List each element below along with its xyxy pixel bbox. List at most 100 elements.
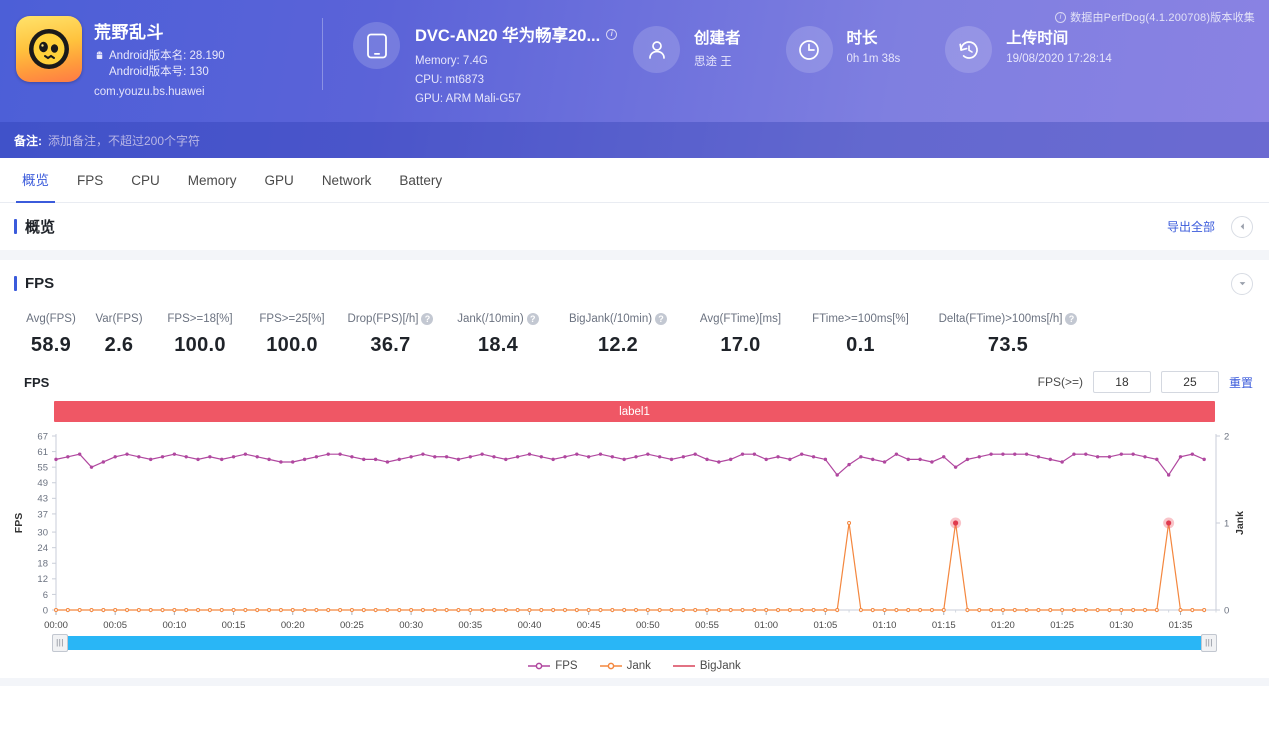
metric-label-text: Delta(FTime)>100ms[/h]	[938, 313, 1063, 325]
tab-battery[interactable]: Battery	[385, 158, 456, 203]
panel-gap	[0, 250, 1269, 260]
bottom-strip	[0, 678, 1269, 686]
page-title: 概览	[14, 216, 55, 237]
tab-network[interactable]: Network	[308, 158, 386, 203]
legend-item-fps[interactable]: FPS	[528, 660, 578, 672]
notes-bar[interactable]: 备注: 添加备注，不超过200个字符	[0, 122, 1269, 158]
device-cpu: CPU: mt6873	[415, 74, 485, 86]
svg-text:01:00: 01:00	[754, 620, 778, 631]
overview-panel-header: 概览 导出全部	[0, 203, 1269, 250]
history-icon	[945, 26, 993, 73]
device-name-text: DVC-AN20 华为畅享20...	[415, 27, 601, 45]
fps-threshold-low-input[interactable]	[1092, 371, 1151, 393]
tab-overview[interactable]: 概览	[8, 158, 63, 203]
app-info-block: 荒野乱斗 Android版本名: 28.190 Android版本号: 130	[0, 0, 322, 99]
fps-panel: FPS Avg(FPS) 58.9 Var(FPS) 2.6 FPS>=18[%] 100…	[0, 260, 1269, 678]
svg-text:00:45: 00:45	[577, 620, 601, 631]
device-info-icon[interactable]: i	[606, 28, 618, 40]
tab-fps[interactable]: FPS	[63, 158, 117, 203]
app-version-name: Android版本名: 28.190	[109, 50, 225, 62]
legend-item-bigjank[interactable]: BigJank	[672, 660, 741, 672]
chevron-left-icon[interactable]	[1231, 215, 1253, 238]
metric-value: 17.0	[720, 334, 761, 356]
scene-label-band[interactable]: label1	[54, 401, 1215, 422]
duration-block: 时长 0h 1m 38s	[741, 0, 901, 73]
fps-title-text: FPS	[25, 275, 55, 292]
svg-text:67: 67	[37, 431, 48, 442]
notes-input-placeholder[interactable]: 添加备注，不超过200个字符	[48, 132, 200, 149]
range-left-handle[interactable]: |||	[52, 634, 68, 652]
creator-block: 创建者 思途 王	[623, 0, 741, 73]
reset-link[interactable]: 重置	[1229, 374, 1253, 391]
chart-legend: FPS Jank BigJank	[0, 654, 1269, 678]
metric-value: 58.9	[30, 334, 72, 356]
device-info-block: DVC-AN20 华为畅享20... i Memory: 7.4G CPU: m…	[323, 0, 623, 109]
range-track[interactable]: ||| |||	[52, 634, 1217, 652]
chart-title: FPS	[24, 374, 50, 390]
legend-label: Jank	[626, 660, 651, 672]
metric-value: 73.5	[987, 334, 1029, 356]
brawl-stars-app-icon	[16, 16, 82, 82]
fps-section-title: FPS	[14, 275, 54, 292]
svg-text:61: 61	[37, 447, 48, 458]
tab-memory[interactable]: Memory	[174, 158, 251, 203]
metric-drop-fps-h: Drop(FPS)[/h]? 36.7	[338, 313, 443, 357]
app-package-name: com.youzu.bs.huawei	[94, 86, 205, 98]
help-icon[interactable]: ?	[526, 313, 539, 325]
tab-gpu[interactable]: GPU	[251, 158, 308, 203]
app-name: 荒野乱斗	[94, 23, 164, 42]
device-memory: Memory: 7.4G	[415, 55, 488, 67]
svg-text:Jank: Jank	[1234, 511, 1246, 535]
overview-panel: 概览 导出全部	[0, 203, 1269, 250]
metric-label-text: BigJank(/10min)	[568, 313, 653, 325]
metric-label: Delta(FTime)>100ms[/h]?	[927, 313, 1089, 325]
clock-icon	[785, 26, 833, 73]
fps-threshold-high-input[interactable]	[1160, 371, 1219, 393]
help-icon[interactable]: ?	[655, 313, 668, 325]
help-icon[interactable]: ?	[421, 313, 434, 325]
title-accent-bar	[14, 219, 17, 234]
upload-time-value: 19/08/2020 17:28:14	[1006, 53, 1112, 65]
svg-text:43: 43	[37, 494, 48, 505]
chevron-down-icon[interactable]	[1231, 272, 1253, 295]
metric-label: Drop(FPS)[/h]?	[342, 313, 439, 325]
legend-item-jank[interactable]: Jank	[599, 660, 651, 672]
metric-value: 0.1	[846, 334, 875, 356]
metric-label: BigJank(/10min)?	[557, 313, 679, 325]
metric-fps-18: FPS>=18[%] 100.0	[154, 313, 246, 357]
svg-text:00:10: 00:10	[162, 620, 186, 631]
svg-text:01:25: 01:25	[1050, 620, 1074, 631]
export-all-link[interactable]: 导出全部	[1167, 218, 1215, 235]
svg-text:01:35: 01:35	[1169, 620, 1193, 631]
svg-text:00:00: 00:00	[44, 620, 68, 631]
svg-text:00:55: 00:55	[695, 620, 719, 631]
metric-value: 12.2	[597, 334, 639, 356]
duration-value: 0h 1m 38s	[846, 53, 901, 65]
device-gpu: GPU: ARM Mali-G57	[415, 93, 522, 105]
fps-threshold-label: FPS(>=)	[1037, 375, 1083, 389]
svg-text:00:50: 00:50	[636, 620, 660, 631]
range-right-handle[interactable]: |||	[1201, 634, 1217, 652]
svg-text:6: 6	[43, 590, 48, 601]
legend-label: FPS	[555, 660, 578, 672]
svg-text:37: 37	[37, 509, 48, 520]
metric-label: FTime>=100ms[%]	[802, 313, 919, 325]
legend-label: BigJank	[699, 660, 741, 672]
metric-value: 2.6	[104, 334, 134, 356]
help-icon[interactable]: ?	[1065, 313, 1078, 325]
tab-cpu[interactable]: CPU	[117, 158, 174, 203]
metric-avg-fps: Avg(FPS) 58.9	[18, 313, 84, 357]
chart-range-slider[interactable]: ||| |||	[0, 634, 1269, 654]
report-header: i 数据由PerfDog(4.1.200708)版本收集 荒野乱斗 Androi…	[0, 0, 1269, 158]
svg-text:55: 55	[37, 463, 48, 474]
svg-text:24: 24	[37, 543, 48, 554]
metric-value: 100.0	[174, 334, 226, 356]
upload-time-block: 上传时间 19/08/2020 17:28:14	[900, 0, 1112, 73]
legend-marker-fps	[528, 662, 551, 670]
svg-text:2: 2	[1224, 431, 1229, 442]
fps-metrics-row: Avg(FPS) 58.9 Var(FPS) 2.6 FPS>=18[%] 100.0 FP…	[0, 307, 1269, 367]
svg-text:00:30: 00:30	[399, 620, 423, 631]
app-version-code: Android版本号: 130	[109, 66, 209, 78]
android-icon	[96, 51, 103, 59]
fps-chart[interactable]: 0 6 12 18 24 30 37 43 49 55 61 67 0 1 2 FPS Jank 00:00 00:…	[0, 422, 1269, 634]
